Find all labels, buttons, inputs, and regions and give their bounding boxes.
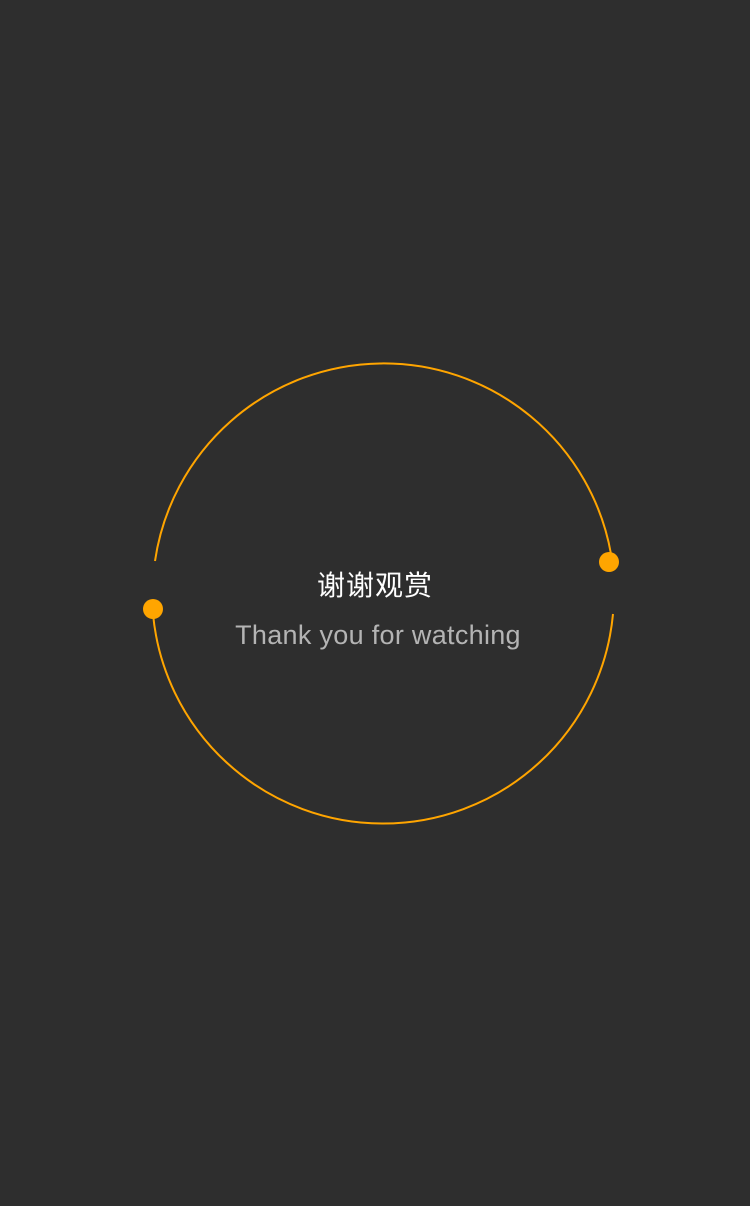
title-chinese: 谢谢观赏 bbox=[316, 569, 433, 602]
slide-canvas: 谢谢观赏 Thank you for watching bbox=[0, 0, 750, 1206]
ring-arc-upper bbox=[154, 362, 612, 562]
title-english: Thank you for watching bbox=[235, 620, 521, 650]
